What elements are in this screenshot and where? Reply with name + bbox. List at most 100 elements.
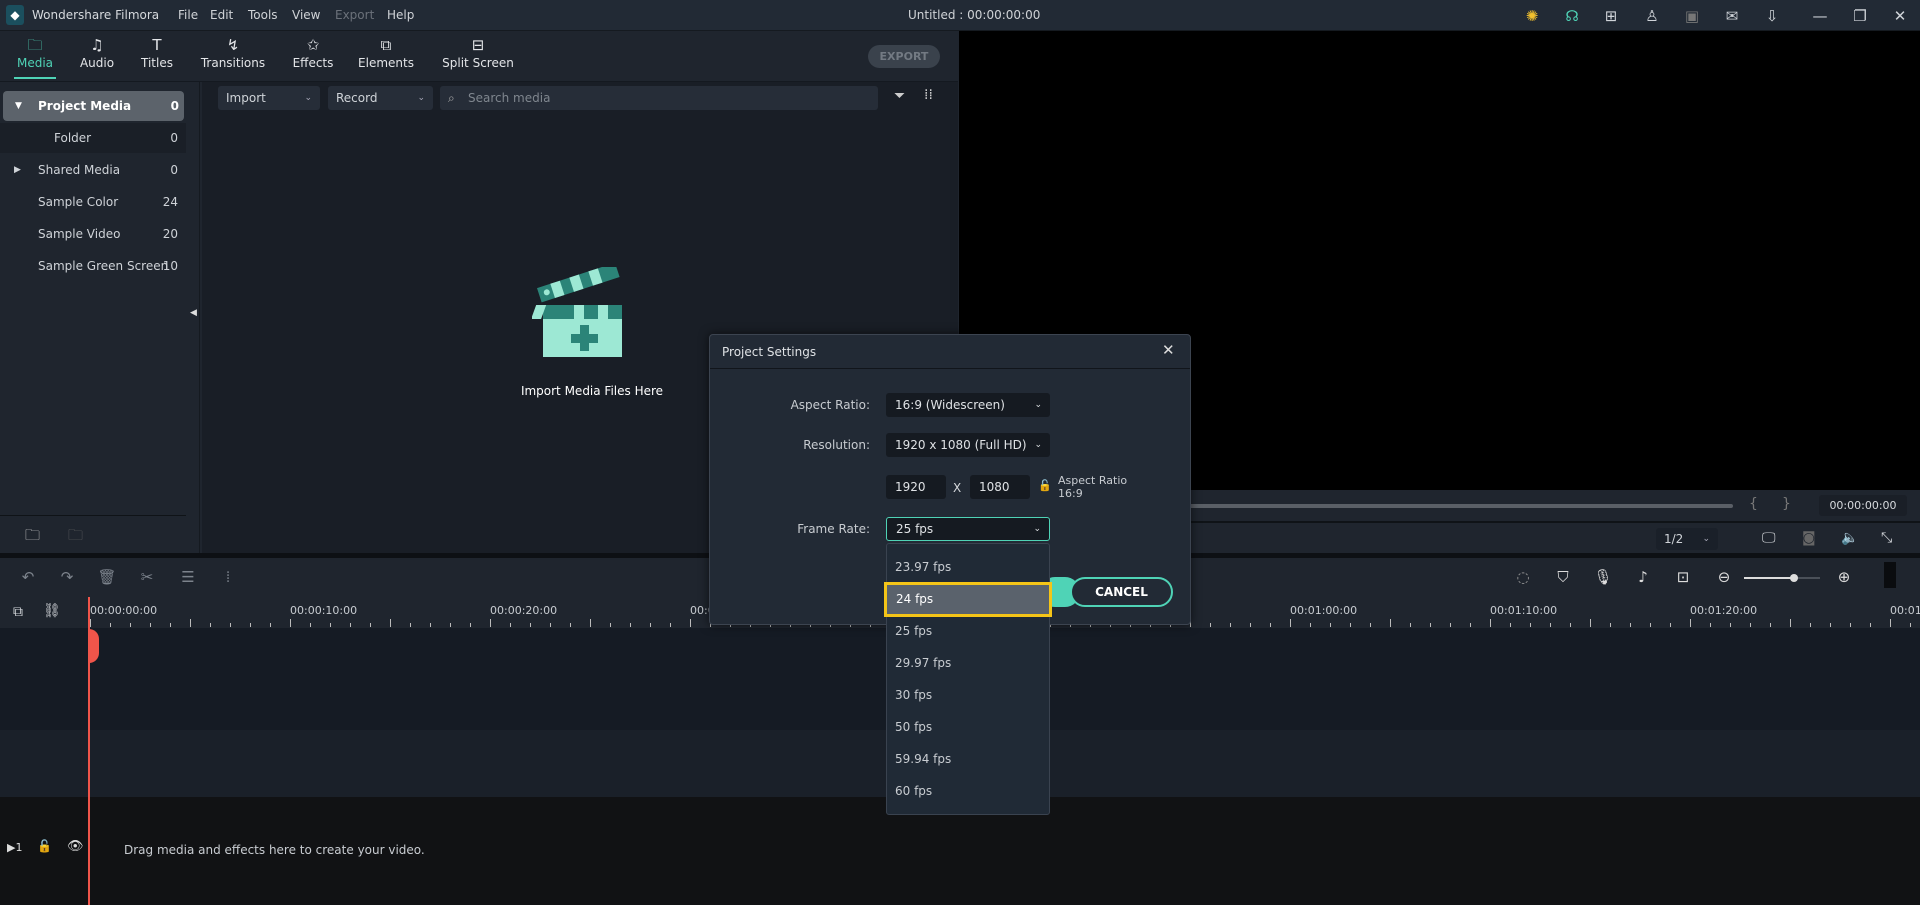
menu-edit[interactable]: Edit <box>210 8 233 22</box>
ruler-tick <box>690 619 691 627</box>
redo-icon[interactable]: ↷ <box>56 566 78 588</box>
account-icon[interactable]: ♙ <box>1642 6 1662 26</box>
minimize-icon[interactable]: — <box>1810 6 1830 26</box>
ruler-tick <box>1910 623 1911 627</box>
menu-view[interactable]: View <box>292 8 320 22</box>
display-icon[interactable]: 🖵 <box>1762 530 1776 546</box>
mark-out-icon[interactable]: } <box>1782 496 1791 512</box>
zoom-in-icon[interactable]: ⊕ <box>1833 566 1855 588</box>
quality-dropdown[interactable]: 1/2 ⌄ <box>1656 528 1718 550</box>
aspect-ratio-dropdown[interactable]: 16:9 (Widescreen) ⌄ <box>886 393 1050 417</box>
close-icon[interactable]: ✕ <box>1162 341 1175 359</box>
headset-icon[interactable]: ☊ <box>1562 6 1582 26</box>
sidebar-item-sample-video[interactable]: Sample Video 20 <box>0 219 186 249</box>
restore-icon[interactable]: ❐ <box>1850 6 1870 26</box>
tab-split-screen[interactable]: ⊟ Split Screen <box>440 31 516 82</box>
sidebar-item-shared-media[interactable]: ▶ Shared Media 0 <box>0 155 186 185</box>
tab-effects[interactable]: ✩ Effects <box>286 31 340 82</box>
menu-help[interactable]: Help <box>387 8 414 22</box>
option-25-fps[interactable]: 25 fps <box>886 615 1050 647</box>
marker-icon[interactable]: ⛉ <box>1552 566 1574 588</box>
microphone-icon[interactable]: 🎙 <box>1592 566 1614 588</box>
cut-icon[interactable]: ✂ <box>136 566 158 588</box>
split-screen-icon: ⊟ <box>471 36 485 54</box>
dialog-header: Project Settings ✕ <box>710 335 1190 369</box>
ruler-tick <box>650 623 651 627</box>
tab-elements[interactable]: ⧉ Elements <box>358 31 414 82</box>
chevron-down-icon: ⌄ <box>1034 440 1042 450</box>
mail-icon[interactable]: ✉ <box>1722 6 1742 26</box>
tab-media[interactable]: 🗀 Media <box>12 31 58 82</box>
sidebar-item-sample-green-screen[interactable]: Sample Green Screen 10 <box>0 251 186 281</box>
menu-export[interactable]: Export <box>335 8 374 22</box>
lightbulb-icon[interactable]: ✺ <box>1522 6 1542 26</box>
option-23-97-fps[interactable]: 23.97 fps <box>886 551 1050 583</box>
resolution-dropdown[interactable]: 1920 x 1080 (Full HD) ⌄ <box>886 433 1050 457</box>
link-icon[interactable]: ⛓ <box>43 603 61 619</box>
delete-folder-icon[interactable]: 🗀 <box>68 525 83 550</box>
fit-timeline-icon[interactable]: ⊡ <box>1672 566 1694 588</box>
gift-icon[interactable]: ⊞ <box>1601 6 1621 26</box>
option-59-94-fps[interactable]: 59.94 fps <box>886 743 1050 775</box>
chevron-down-icon: ⌄ <box>1702 534 1710 544</box>
mark-in-icon[interactable]: { <box>1749 496 1758 512</box>
fullscreen-icon[interactable]: ⤡ <box>1881 530 1892 546</box>
menu-tools[interactable]: Tools <box>248 8 278 22</box>
height-input[interactable]: 1080 <box>970 475 1030 499</box>
add-track-icon[interactable]: ⧉ <box>13 604 23 620</box>
close-icon[interactable]: ✕ <box>1890 6 1910 26</box>
audio-waveform-icon[interactable]: ⦙ <box>217 566 239 588</box>
option-24-fps[interactable]: 24 fps <box>884 582 1052 617</box>
snapshot-icon[interactable]: ◙ <box>1802 530 1816 546</box>
cancel-button[interactable]: CANCEL <box>1070 577 1173 607</box>
collapse-sidebar-icon[interactable]: ◀ <box>190 308 197 318</box>
tab-transitions[interactable]: ↯ Transitions <box>198 31 268 82</box>
export-button[interactable]: EXPORT <box>868 45 940 68</box>
timeline-zoom-slider[interactable] <box>1744 574 1820 582</box>
search-input[interactable]: ⌕ Search media <box>440 86 878 110</box>
save-icon[interactable]: ▣ <box>1682 6 1702 26</box>
sidebar-item-folder[interactable]: Folder 0 <box>0 123 186 153</box>
ruler-tick <box>1570 623 1571 627</box>
import-dropdown[interactable]: Import ⌄ <box>218 86 320 110</box>
unlock-icon[interactable]: 🔓 <box>1038 479 1052 492</box>
eye-icon[interactable]: 👁 <box>67 839 84 854</box>
ruler-tick <box>1450 623 1451 627</box>
clapperboard-plus-icon[interactable] <box>532 267 622 357</box>
width-input[interactable]: 1920 <box>886 475 946 499</box>
new-folder-icon[interactable]: 🗀 <box>25 525 40 550</box>
option-60-fps[interactable]: 60 fps <box>886 775 1050 807</box>
ruler-tick <box>1710 623 1711 627</box>
sidebar-item-project-media[interactable]: ▼ Project Media 0 <box>3 91 184 121</box>
ruler-tick <box>1690 619 1691 627</box>
sidebar-item-sample-color[interactable]: Sample Color 24 <box>0 187 186 217</box>
ruler-tick <box>1250 623 1251 627</box>
menu-file[interactable]: File <box>178 8 198 22</box>
tab-audio[interactable]: ♫ Audio <box>74 31 120 82</box>
delete-icon[interactable]: 🗑 <box>96 566 118 588</box>
zoom-out-icon[interactable]: ⊖ <box>1713 566 1735 588</box>
render-preview-icon[interactable]: ◌ <box>1512 566 1534 588</box>
playhead-handle[interactable] <box>88 629 99 663</box>
audio-mixer-icon[interactable]: ♪ <box>1632 566 1654 588</box>
volume-icon[interactable]: 🔈 <box>1841 530 1858 546</box>
option-30-fps[interactable]: 30 fps <box>886 679 1050 711</box>
preview-timecode: 00:00:00:00 <box>1819 495 1907 516</box>
record-dropdown[interactable]: Record ⌄ <box>328 86 433 110</box>
lock-icon[interactable]: 🔓 <box>37 839 52 853</box>
tab-titles[interactable]: T Titles <box>134 31 180 82</box>
ruler-tick <box>530 623 531 627</box>
undo-icon[interactable]: ↶ <box>17 566 39 588</box>
ruler-tick <box>1750 623 1751 627</box>
ruler-tick <box>570 623 571 627</box>
adjust-icon[interactable]: ☰ <box>177 566 199 588</box>
ruler-tick <box>1470 623 1471 627</box>
frame-rate-dropdown[interactable]: 25 fps ⌄ <box>886 517 1050 541</box>
filter-icon[interactable]: ⏷ <box>894 88 905 104</box>
folder-icon: 🗀 <box>27 36 43 54</box>
option-50-fps[interactable]: 50 fps <box>886 711 1050 743</box>
grid-view-icon[interactable]: ⁞⁞ <box>924 87 933 103</box>
download-icon[interactable]: ⇩ <box>1762 6 1782 26</box>
option-29-97-fps[interactable]: 29.97 fps <box>886 647 1050 679</box>
dimension-separator: X <box>953 481 962 495</box>
